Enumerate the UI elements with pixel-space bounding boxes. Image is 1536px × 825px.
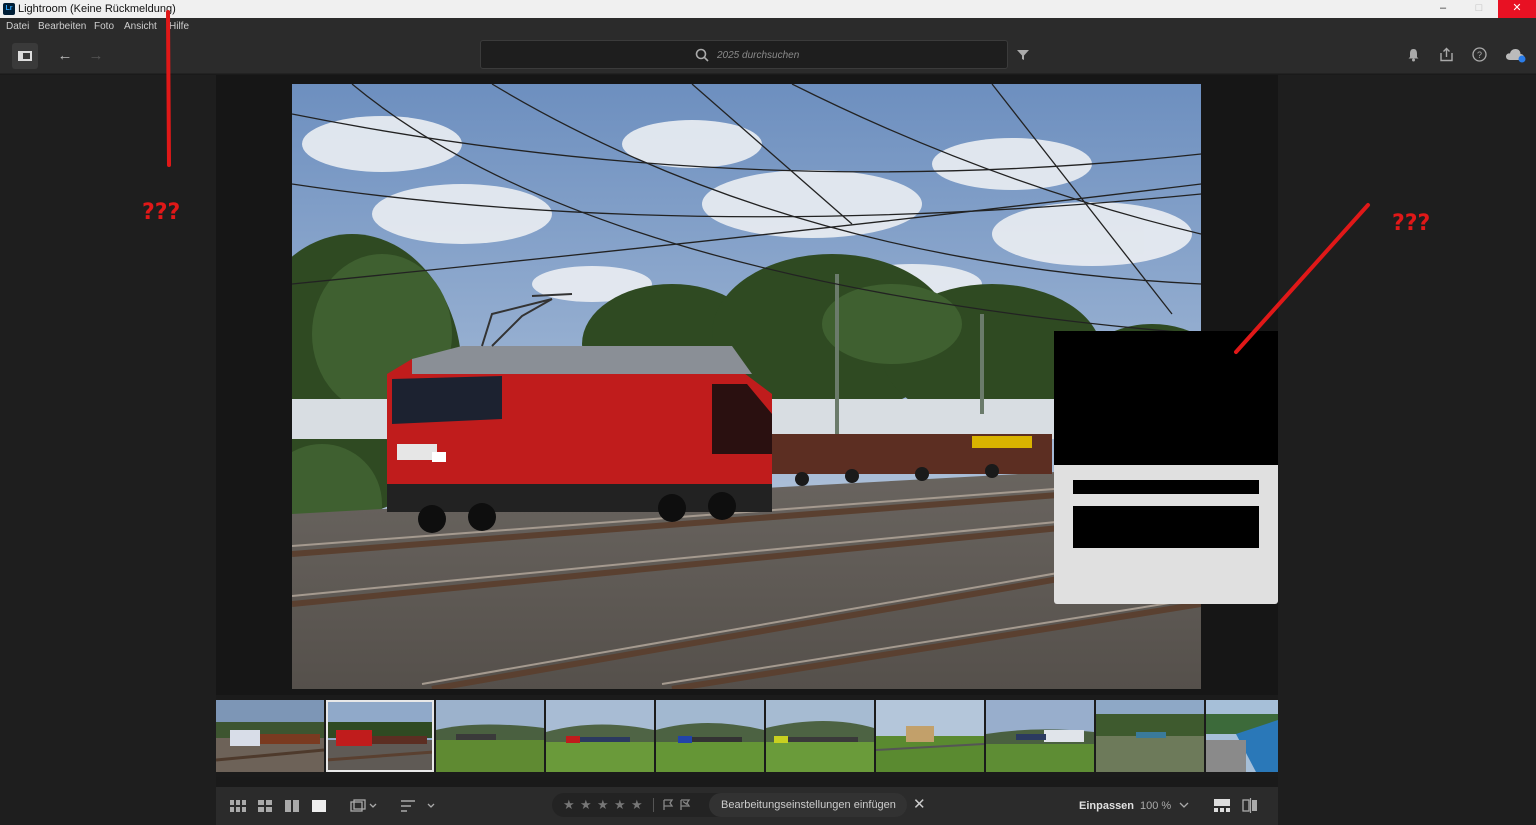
bottom-toolbar: ★ ★ ★ ★ ★ Bearbeitungseinstellungen einf… (216, 787, 1278, 825)
divider (653, 798, 654, 812)
compare-view-icon[interactable] (285, 800, 299, 812)
rating-star-2[interactable]: ★ (580, 797, 592, 813)
filmstrip-toggle-icon[interactable] (1214, 799, 1230, 812)
zoom-level-select[interactable]: 100 % (1140, 800, 1171, 812)
grid-large-view-icon[interactable] (258, 800, 272, 812)
annotation-arrow-line (166, 10, 171, 167)
filmstrip-thumbnail[interactable] (436, 700, 544, 772)
annotation-arrow-line (1234, 203, 1370, 354)
filmstrip-thumbnail[interactable] (986, 700, 1094, 772)
sort-icon[interactable] (400, 799, 438, 813)
filmstrip-thumbnail-selected[interactable] (326, 700, 434, 772)
before-after-icon[interactable] (1242, 798, 1258, 813)
rating-star-1[interactable]: ★ (563, 797, 575, 813)
single-view-icon[interactable] (312, 800, 326, 812)
filmstrip-thumbnail[interactable] (766, 700, 874, 772)
annotation-question-left: ??? (142, 200, 181, 225)
chevron-down-icon[interactable] (1179, 802, 1189, 809)
annotation-question-right: ??? (1392, 211, 1431, 236)
rating-star-3[interactable]: ★ (597, 797, 609, 813)
filmstrip-thumbnail[interactable] (546, 700, 654, 772)
grid-small-view-icon[interactable] (230, 800, 246, 812)
rating-star-5[interactable]: ★ (631, 797, 643, 813)
slideshow-icon[interactable] (350, 799, 378, 813)
paste-settings-label: Bearbeitungseinstellungen einfügen (721, 799, 896, 811)
filmstrip-thumbnail[interactable] (216, 700, 324, 772)
filmstrip-thumbnail[interactable] (876, 700, 984, 772)
filmstrip-thumbnail[interactable] (656, 700, 764, 772)
filmstrip-thumbnail[interactable] (1096, 700, 1204, 772)
filmstrip (216, 695, 1278, 777)
filmstrip-thumbnail[interactable] (1206, 700, 1278, 772)
reject-flag-icon[interactable] (679, 799, 691, 811)
fit-zoom-button[interactable]: Einpassen (1079, 800, 1134, 812)
close-icon[interactable]: ✕ (913, 795, 926, 813)
pick-flag-icon[interactable] (662, 799, 674, 811)
rating-star-4[interactable]: ★ (614, 797, 626, 813)
paste-settings-button[interactable]: Bearbeitungseinstellungen einfügen (709, 793, 907, 817)
